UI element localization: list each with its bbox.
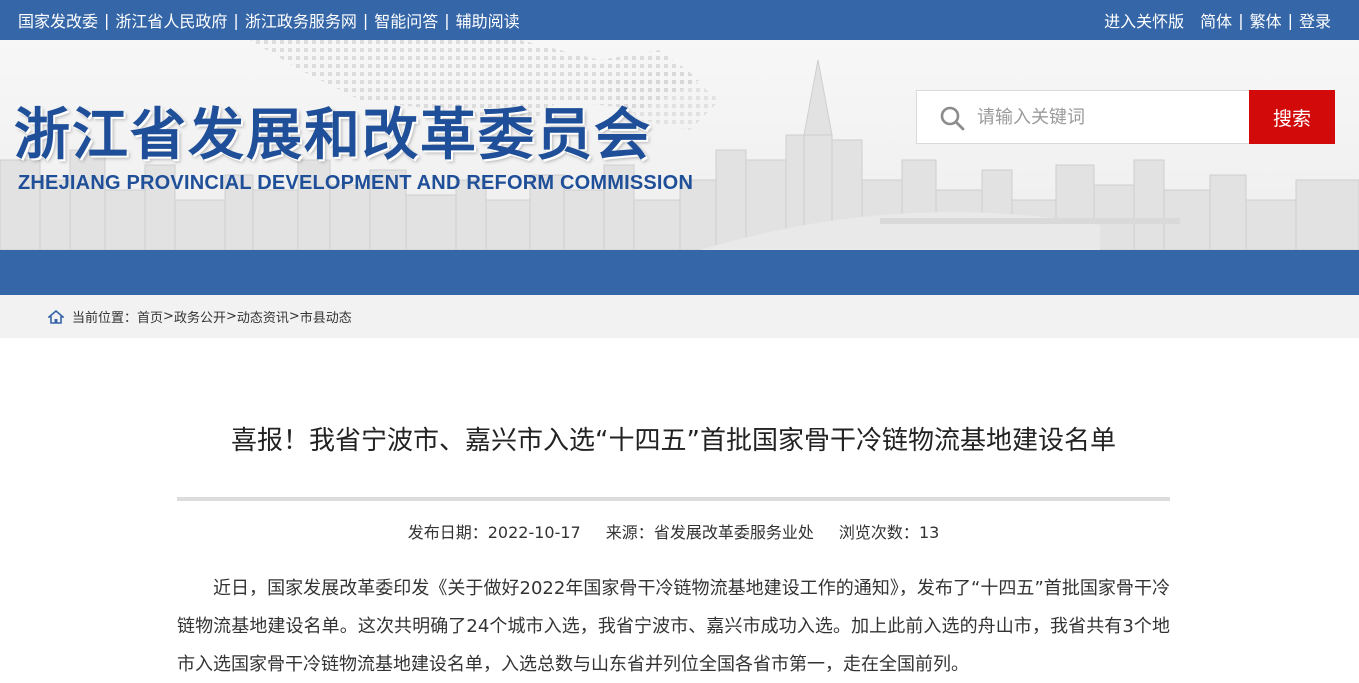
article-title: 喜报！我省宁波市、嘉兴市入选“十四五”首批国家骨干冷链物流基地建设名单 (231, 426, 1116, 456)
site-title-cn: 浙江省发展和改革委员会 (14, 103, 652, 168)
top-link-smart-qa[interactable]: 智能问答 (374, 8, 438, 32)
search-button[interactable]: 搜索 (1249, 90, 1335, 144)
title-divider (177, 497, 1170, 501)
nav-bar (0, 250, 1359, 295)
breadcrumb-prefix: 当前位置： (72, 311, 138, 326)
top-link-assist-reading[interactable]: 辅助阅读 (456, 8, 520, 32)
search-icon (940, 106, 965, 131)
divider: | (1287, 10, 1293, 30)
site-title-en: ZHEJIANG PROVINCIAL DEVELOPMENT AND REFO… (18, 172, 694, 194)
view-count: 浏览次数：13 (838, 523, 940, 542)
header-banner: 浙江省发展和改革委员会 ZHEJIANG PROVINCIAL DEVELOPM… (0, 40, 1359, 250)
breadcrumb-home[interactable]: 首页 (137, 307, 163, 326)
breadcrumb-city-news[interactable]: 市县动态 (300, 307, 352, 326)
article-source: 来源：省发展改革委服务业处 (605, 523, 814, 542)
top-link-ndrc[interactable]: 国家发改委 (18, 8, 98, 32)
divider: | (104, 10, 110, 30)
article-body: 近日，国家发展改革委印发《关于做好2022年国家骨干冷链物流基地建设工作的通知》… (177, 578, 1170, 675)
divider: | (1238, 10, 1244, 30)
top-actions: 进入关怀版 简体 | 繁体 | 登录 (1104, 0, 1331, 40)
breadcrumb-news[interactable]: 动态资讯 (237, 307, 289, 326)
article-meta: 发布日期：2022-10-17 来源：省发展改革委服务业处 浏览次数：13 (177, 519, 1170, 543)
divider: | (444, 10, 450, 30)
simplified-link[interactable]: 简体 (1200, 8, 1232, 32)
publish-date: 发布日期：2022-10-17 (407, 523, 581, 542)
divider: | (362, 10, 369, 30)
search-input[interactable] (977, 99, 1247, 135)
top-link-zj-gov[interactable]: 浙江省人民政府 (115, 8, 227, 32)
breadcrumb-separator: > (163, 309, 174, 324)
top-bar: 国家发改委 | 浙江省人民政府 | 浙江政务服务网 | 智能问答 | 辅助阅读 … (0, 0, 1359, 40)
breadcrumb-separator: > (288, 309, 300, 324)
breadcrumb-separator: > (225, 309, 237, 324)
top-link-zj-service[interactable]: 浙江政务服务网 (245, 8, 357, 32)
breadcrumb: 当前位置： 首页 > 政务公开 > 动态资讯 > 市县动态 (0, 295, 1359, 338)
search-box: 搜索 (916, 90, 1335, 144)
care-mode-link[interactable]: 进入关怀版 (1104, 8, 1184, 32)
breadcrumb-gov-open[interactable]: 政务公开 (174, 307, 226, 326)
traditional-link[interactable]: 繁体 (1250, 8, 1282, 32)
divider: | (233, 10, 239, 30)
home-icon (48, 309, 64, 324)
login-link[interactable]: 登录 (1299, 8, 1331, 32)
top-links: 国家发改委 | 浙江省人民政府 | 浙江政务服务网 | 智能问答 | 辅助阅读 (18, 0, 520, 40)
